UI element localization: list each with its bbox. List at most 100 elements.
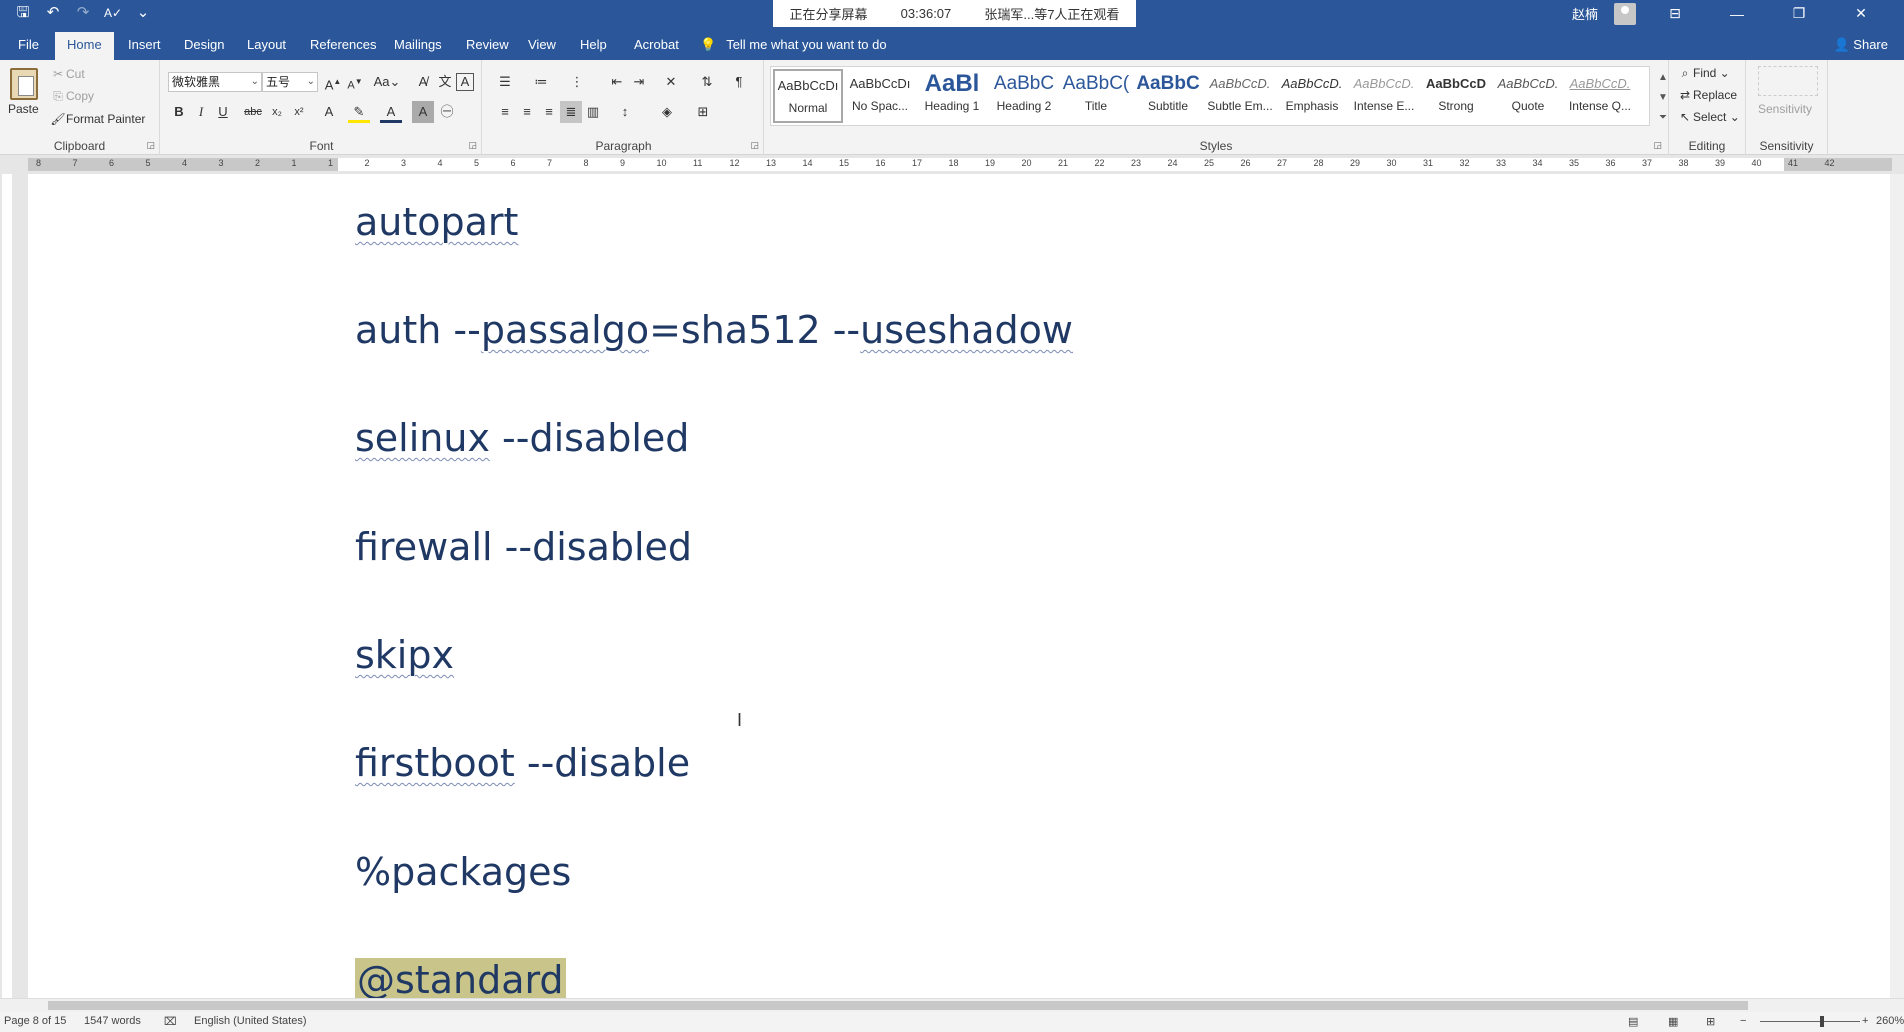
- align-center-icon[interactable]: ≡: [516, 101, 538, 123]
- style-intense-quote[interactable]: AaBbCcD. Intense Q...: [1565, 69, 1635, 123]
- find-button[interactable]: ⌕ Find ⌄: [1677, 66, 1730, 81]
- zoom-out-icon[interactable]: −: [1740, 1015, 1746, 1027]
- user-name[interactable]: 赵楠: [1572, 4, 1598, 23]
- phonetic-guide-icon[interactable]: 文: [434, 71, 456, 93]
- doc-line-selinux[interactable]: selinux --disabled: [355, 416, 689, 460]
- word-count[interactable]: 1547 words: [84, 1015, 141, 1027]
- share-button[interactable]: 👤 Share: [1833, 32, 1888, 58]
- underline-icon[interactable]: U: [212, 101, 234, 123]
- sensitivity-button[interactable]: Sensitivity: [1758, 102, 1812, 116]
- doc-line-firewall[interactable]: firewall --disabled: [355, 525, 692, 569]
- highlight-color-icon[interactable]: ✎: [348, 101, 370, 123]
- viewers-text[interactable]: 张瑞军...等7人正在观看: [984, 4, 1119, 23]
- select-button[interactable]: ↖ Select ⌄: [1677, 110, 1740, 124]
- font-size-select[interactable]: 五号 ⌄: [262, 72, 318, 92]
- font-launcher-icon[interactable]: ◲: [468, 140, 477, 151]
- cut-button[interactable]: ✂ Cut: [50, 67, 85, 81]
- paste-button[interactable]: Paste: [8, 102, 39, 116]
- read-mode-icon[interactable]: ▤: [1628, 1015, 1638, 1028]
- doc-line-skipx[interactable]: skipx: [355, 633, 454, 677]
- page-count[interactable]: Page 8 of 15: [4, 1015, 66, 1027]
- font-color-icon[interactable]: A: [380, 101, 402, 123]
- zoom-level[interactable]: 260%: [1876, 1015, 1904, 1027]
- superscript-icon[interactable]: x²: [288, 101, 310, 123]
- tab-insert[interactable]: Insert: [116, 32, 173, 60]
- horizontal-ruler[interactable]: 8 7 6 5 4 3 2 1 1 2 3 4 5 6 7 8 9 10 11 12 13 14 15 16 17 18 19 20 2…: [0, 156, 1904, 174]
- doc-line-firstboot[interactable]: firstboot --disable: [355, 741, 690, 785]
- chevron-up-icon[interactable]: ▲: [1658, 72, 1668, 83]
- style-strong[interactable]: AaBbCcD Strong: [1421, 69, 1491, 123]
- redo-icon[interactable]: ↷: [70, 3, 96, 23]
- copy-button[interactable]: ⎘ Copy: [50, 89, 94, 104]
- justify-icon[interactable]: ≣: [560, 101, 582, 123]
- tab-design[interactable]: Design: [172, 32, 236, 60]
- numbering-icon[interactable]: ≔: [530, 71, 552, 93]
- character-border-icon[interactable]: A: [456, 73, 474, 91]
- paragraph-launcher-icon[interactable]: ◲: [750, 140, 759, 151]
- style-intense-emphasis[interactable]: AaBbCcD. Intense E...: [1349, 69, 1419, 123]
- change-case-icon[interactable]: Aa⌄: [372, 71, 402, 93]
- doc-line-autopart[interactable]: autopart: [355, 200, 518, 244]
- chevron-down-icon[interactable]: ▼: [1658, 92, 1668, 103]
- doc-line-standard[interactable]: @standard: [355, 958, 566, 998]
- restore-button[interactable]: ❐: [1776, 5, 1822, 22]
- close-button[interactable]: ✕: [1838, 5, 1884, 22]
- tell-me-box[interactable]: 💡 Tell me what you want to do: [700, 32, 887, 58]
- save-icon[interactable]: 🖫: [10, 3, 36, 23]
- increase-indent-icon[interactable]: ⇥: [628, 71, 650, 93]
- strikethrough-icon[interactable]: abc: [242, 101, 264, 123]
- document-area[interactable]: autopart auth --passalgo=sha512 --usesha…: [14, 174, 1890, 998]
- avatar[interactable]: [1614, 2, 1636, 25]
- undo-icon[interactable]: ↶: [40, 3, 66, 23]
- align-left-icon[interactable]: ≡: [494, 101, 516, 123]
- font-family-select[interactable]: 微软雅黑 ⌄: [168, 72, 262, 92]
- web-layout-icon[interactable]: ⊞: [1706, 1015, 1715, 1028]
- minimize-button[interactable]: —: [1714, 6, 1760, 22]
- format-painter-button[interactable]: 🖌Format Painter: [50, 112, 145, 126]
- shading-icon[interactable]: ◈: [656, 101, 678, 123]
- line-spacing-icon[interactable]: ↕: [614, 101, 636, 123]
- tab-help[interactable]: Help: [568, 32, 619, 60]
- clipboard-launcher-icon[interactable]: ◲: [146, 140, 155, 151]
- style-subtle-emphasis[interactable]: AaBbCcD. Subtle Em...: [1205, 69, 1275, 123]
- character-shading-icon[interactable]: A: [412, 101, 434, 123]
- styles-launcher-icon[interactable]: ◲: [1653, 140, 1662, 151]
- borders-icon[interactable]: ⊞: [692, 101, 714, 123]
- tab-references[interactable]: References: [298, 32, 388, 60]
- zoom-in-icon[interactable]: +: [1862, 1015, 1868, 1027]
- tab-review[interactable]: Review: [454, 32, 521, 60]
- clear-formatting-icon[interactable]: A̸: [412, 71, 434, 93]
- paste-icon[interactable]: [10, 68, 38, 100]
- tab-layout[interactable]: Layout: [235, 32, 298, 60]
- subscript-icon[interactable]: x₂: [266, 101, 288, 123]
- style-quote[interactable]: AaBbCcD. Quote: [1493, 69, 1563, 123]
- style-normal[interactable]: AaBbCcDı Normal: [773, 69, 843, 123]
- style-heading-2[interactable]: AaBbC Heading 2: [989, 69, 1059, 123]
- show-formatting-icon[interactable]: ¶: [728, 71, 750, 93]
- distributed-icon[interactable]: ▥: [582, 101, 604, 123]
- bold-icon[interactable]: B: [168, 101, 190, 123]
- tab-file[interactable]: File: [6, 32, 51, 60]
- grow-font-icon[interactable]: A▲: [322, 71, 344, 93]
- replace-button[interactable]: ⇄ Replace: [1677, 88, 1737, 102]
- doc-line-auth[interactable]: auth --passalgo=sha512 --useshadow: [355, 308, 1073, 352]
- style-title[interactable]: AaBbC(Title: [1061, 69, 1131, 123]
- gallery-more-icon[interactable]: ⏷: [1659, 112, 1667, 123]
- ribbon-display-options-icon[interactable]: ⊟: [1652, 5, 1698, 22]
- zoom-slider[interactable]: [1760, 1021, 1860, 1022]
- tab-view[interactable]: View: [516, 32, 568, 60]
- document-page[interactable]: autopart auth --passalgo=sha512 --usesha…: [28, 174, 1890, 998]
- style-no-spacing[interactable]: AaBbCcDı No Spac...: [845, 69, 915, 123]
- italic-icon[interactable]: I: [190, 101, 212, 123]
- horizontal-scrollbar[interactable]: [0, 998, 1904, 1012]
- text-effects-icon[interactable]: A: [318, 101, 340, 123]
- sort-icon[interactable]: ⇅: [696, 71, 718, 93]
- proofing-icon[interactable]: ⌧: [164, 1015, 177, 1028]
- zoom-slider-thumb[interactable]: [1820, 1016, 1824, 1027]
- chinese-layout-icon[interactable]: ✕: [660, 71, 682, 93]
- style-subtitle[interactable]: AaBbC Subtitle: [1133, 69, 1203, 123]
- shrink-font-icon[interactable]: A▼: [344, 71, 366, 93]
- print-layout-icon[interactable]: ▦: [1668, 1015, 1678, 1028]
- multilevel-list-icon[interactable]: ⋮: [566, 71, 588, 93]
- vertical-ruler[interactable]: [0, 174, 14, 1000]
